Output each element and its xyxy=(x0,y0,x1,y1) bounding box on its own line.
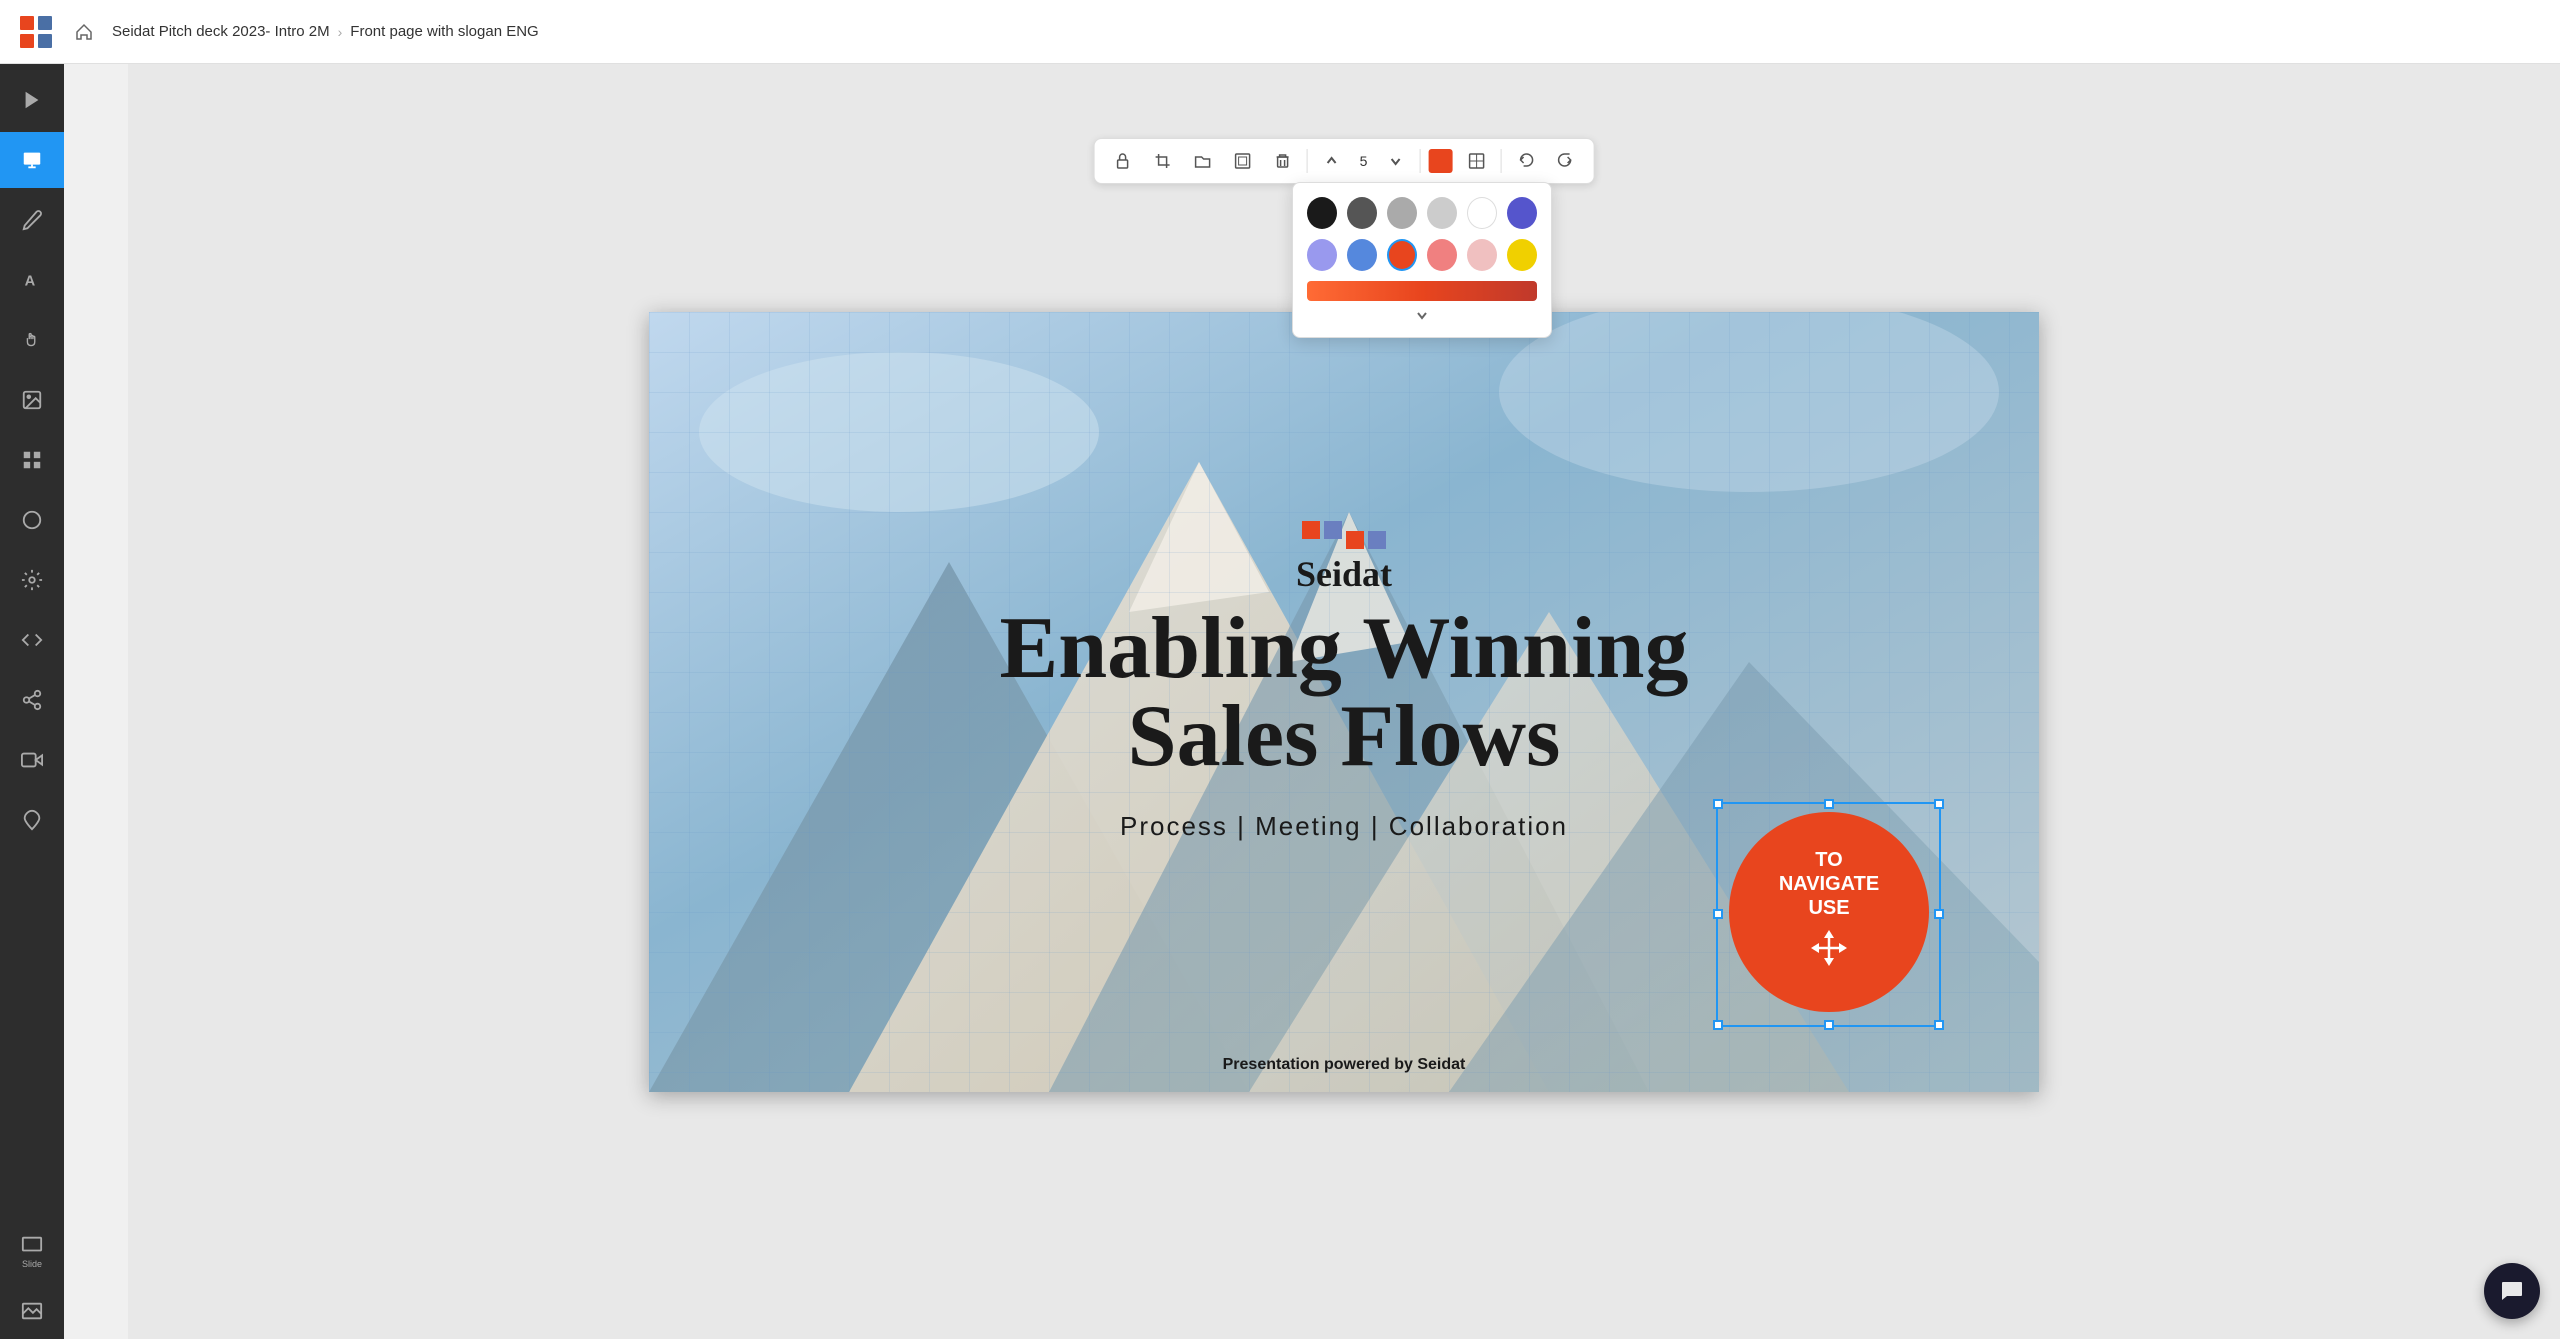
color-salmon[interactable] xyxy=(1427,239,1457,271)
color-yellow[interactable] xyxy=(1507,239,1537,271)
navigate-button-text: TONAVIGATEUSE xyxy=(1779,848,1879,920)
sidebar-item-dropper[interactable] xyxy=(0,792,64,848)
sidebar-item-image[interactable] xyxy=(0,372,64,428)
toolbar-crop-button[interactable] xyxy=(1147,145,1179,177)
sidebar-item-hand[interactable] xyxy=(0,312,64,368)
sidebar-item-shape[interactable] xyxy=(0,492,64,548)
sidebar-item-media[interactable] xyxy=(0,732,64,788)
color-row-1 xyxy=(1307,197,1537,229)
color-orange-selected[interactable] xyxy=(1387,239,1417,271)
color-gray[interactable] xyxy=(1387,197,1417,229)
toolbar-count: 5 xyxy=(1356,153,1372,169)
sidebar-item-pen[interactable] xyxy=(0,192,64,248)
color-darkgray[interactable] xyxy=(1347,197,1377,229)
color-lightgray[interactable] xyxy=(1427,197,1457,229)
logo-sq-blue2 xyxy=(1368,531,1386,549)
toolbar-delete-button[interactable] xyxy=(1267,145,1299,177)
color-expand-button[interactable] xyxy=(1307,307,1537,323)
toolbar-down-button[interactable] xyxy=(1379,145,1411,177)
breadcrumb-separator: › xyxy=(338,24,343,40)
slide-container: Seidat Enabling Winning Sales Flows Proc… xyxy=(649,312,2039,1092)
sidebar-item-slide-thumb[interactable]: Slide xyxy=(0,1223,64,1279)
color-lightpink[interactable] xyxy=(1467,239,1497,271)
sidebar-item-slides[interactable] xyxy=(0,132,64,188)
color-gradient-bar[interactable] xyxy=(1307,281,1537,301)
app-logo[interactable] xyxy=(16,12,56,52)
navigate-move-icon xyxy=(1809,928,1849,975)
breadcrumb: Seidat Pitch deck 2023- Intro 2M › Front… xyxy=(112,23,539,40)
logo-sq-red2 xyxy=(1346,531,1364,549)
toolbar-color-swatch[interactable] xyxy=(1428,149,1452,173)
sidebar-item-grid[interactable] xyxy=(0,432,64,488)
color-row-2 xyxy=(1307,239,1537,271)
breadcrumb-parent[interactable]: Seidat Pitch deck 2023- Intro 2M xyxy=(112,23,330,40)
toolbar-divider-1 xyxy=(1307,149,1308,173)
slide-subtitle: Process | Meeting | Collaboration xyxy=(1120,811,1568,842)
slide-logo-area: Seidat xyxy=(1296,521,1392,595)
chat-button[interactable] xyxy=(2484,1263,2540,1319)
svg-text:A: A xyxy=(25,274,36,290)
toolbar-redo-button[interactable] xyxy=(1549,145,1581,177)
sidebar-item-play[interactable] xyxy=(0,72,64,128)
toolbar-frame-button[interactable] xyxy=(1227,145,1259,177)
sidebar-item-text[interactable]: A xyxy=(0,252,64,308)
color-picker xyxy=(1292,182,1552,338)
slide-footer: Presentation powered by Seidat xyxy=(1223,1056,1466,1074)
logo-squares xyxy=(1302,521,1386,549)
toolbar: 5 xyxy=(1094,138,1595,184)
navigate-button[interactable]: TONAVIGATEUSE xyxy=(1729,812,1929,1012)
color-blue[interactable] xyxy=(1347,239,1377,271)
canvas-area: Seidat Enabling Winning Sales Flows Proc… xyxy=(128,64,2560,1339)
logo-sq-blue1 xyxy=(1324,521,1342,539)
slide-thumb-label: Slide xyxy=(22,1259,42,1269)
toolbar-divider-3 xyxy=(1500,149,1501,173)
toolbar-up-button[interactable] xyxy=(1316,145,1348,177)
color-white[interactable] xyxy=(1467,197,1497,229)
toolbar-folder-button[interactable] xyxy=(1187,145,1219,177)
slide-brand-name: Seidat xyxy=(1296,553,1392,595)
breadcrumb-current: Front page with slogan ENG xyxy=(350,23,538,40)
home-button[interactable] xyxy=(68,16,100,48)
toolbar-undo-button[interactable] xyxy=(1509,145,1541,177)
logo-sq-red1 xyxy=(1302,521,1320,539)
sidebar-item-code[interactable] xyxy=(0,612,64,668)
toolbar-divider-2 xyxy=(1419,149,1420,173)
top-bar: Seidat Pitch deck 2023- Intro 2M › Front… xyxy=(0,0,2560,64)
toolbar-lock-button[interactable] xyxy=(1107,145,1139,177)
slide-headline: Enabling Winning Sales Flows xyxy=(1000,605,1689,781)
color-lightpurple[interactable] xyxy=(1307,239,1337,271)
sidebar-item-settings[interactable] xyxy=(0,552,64,608)
left-sidebar: A Slide xyxy=(0,64,64,1339)
color-black[interactable] xyxy=(1307,197,1337,229)
color-purple[interactable] xyxy=(1507,197,1537,229)
sidebar-item-share[interactable] xyxy=(0,672,64,728)
toolbar-pattern-button[interactable] xyxy=(1460,145,1492,177)
sidebar-item-slide-img[interactable] xyxy=(0,1283,64,1339)
